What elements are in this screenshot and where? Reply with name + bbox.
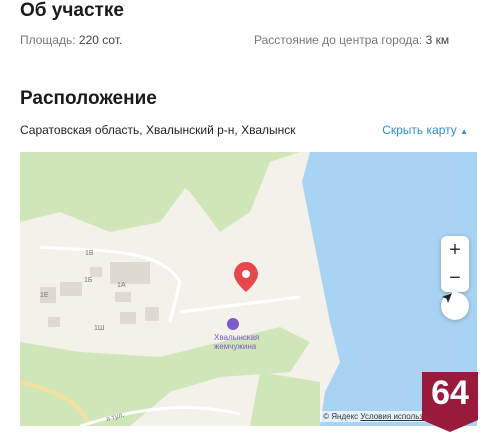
zoom-out-button[interactable]: − — [441, 264, 469, 292]
poi-label: Хвалынская жемчужина — [214, 333, 259, 351]
about-title: Об участке — [20, 0, 124, 21]
area-label: Площадь: — [20, 33, 76, 47]
poi-label-line1: Хвалынская — [214, 333, 260, 342]
building-label: 1Ш — [94, 325, 105, 332]
address-text: Саратовская область, Хвалынский р-н, Хва… — [20, 123, 296, 137]
poi-label-line2: жемчужина — [214, 342, 257, 351]
hide-map-link[interactable]: Скрыть карту ▲ — [382, 123, 468, 137]
hide-map-label: Скрыть карту — [382, 123, 457, 137]
navigation-arrow-icon — [442, 293, 452, 303]
poi-icon — [227, 318, 239, 330]
copyright-text: © Яндекс — [323, 412, 359, 421]
map-view[interactable]: Хвалынская жемчужина 1Б 1Е 1А 1В 1Ш я ту… — [20, 152, 477, 426]
building-label: 1Б — [84, 277, 93, 284]
badge-number: 64 — [431, 374, 469, 412]
distance-label: Расстояние до центра города: — [254, 33, 423, 47]
region-64-badge: 64 — [420, 370, 480, 434]
chevron-up-icon: ▲ — [460, 127, 468, 136]
area-value: 220 сот. — [78, 33, 123, 47]
map-canvas — [20, 152, 477, 426]
area-row: Площадь: 220 сот. — [20, 33, 122, 47]
distance-row: Расстояние до центра города: 3 км — [254, 33, 449, 47]
zoom-control: + − — [441, 236, 469, 292]
building-label: 1А — [117, 282, 126, 289]
building-label: 1Е — [40, 292, 49, 299]
distance-value: 3 км — [425, 33, 450, 47]
building-label: 1В — [85, 250, 94, 257]
location-title: Расположение — [20, 88, 157, 109]
geolocation-button[interactable] — [441, 292, 469, 320]
zoom-in-button[interactable]: + — [441, 236, 469, 264]
